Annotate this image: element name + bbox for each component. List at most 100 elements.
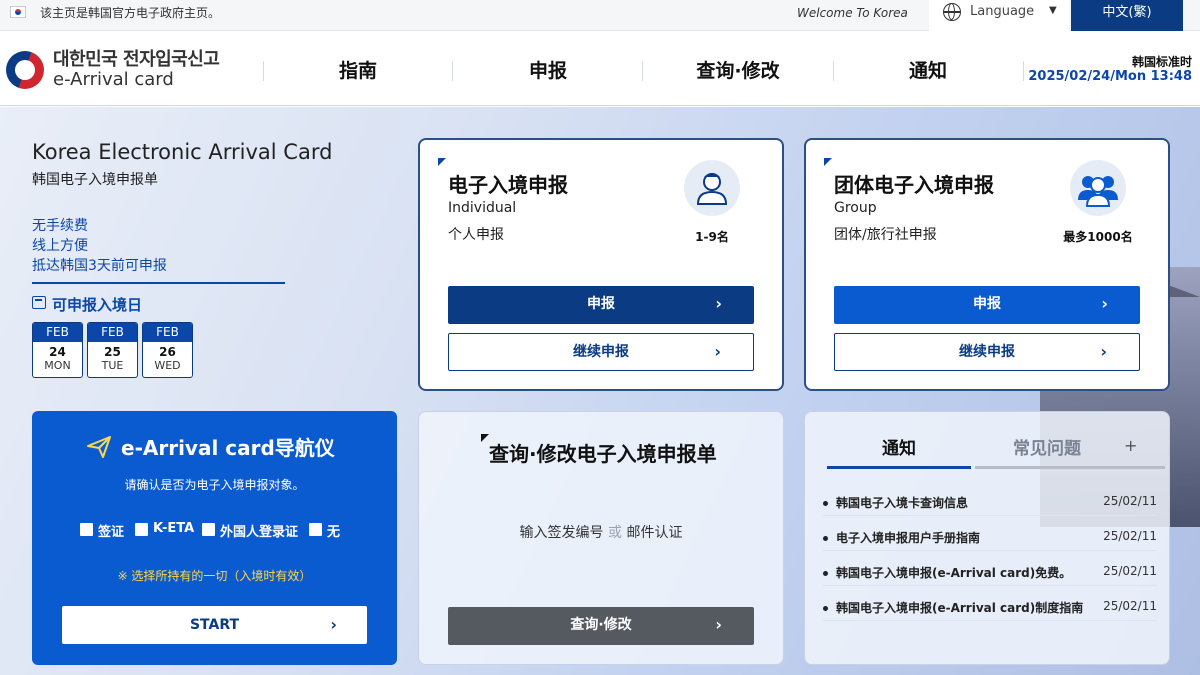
group-card-cn: 团体/旅行社申报 [834, 227, 937, 243]
button-label: START [189, 617, 240, 633]
date-weekday: WED [154, 359, 181, 372]
query-modify-card: 查询·修改电子入境申报单 输入签发编号 或 邮件认证 查询·修改 › [418, 411, 784, 665]
kst-time: 2025/02/24/Mon 13:48 [1028, 69, 1192, 84]
feature-item: 无手续费 [32, 218, 88, 234]
notice-item[interactable]: 韩国电子入境卡查询信息 25/02/11 [823, 494, 1157, 511]
notice-item[interactable]: 电子入境申报用户手册指南 25/02/11 [823, 529, 1157, 546]
date-month: FEB [143, 323, 192, 342]
corner-mark-icon [481, 434, 489, 442]
bullet-icon [823, 571, 828, 576]
button-label: 继续申报 [573, 344, 629, 360]
group-continue-button[interactable]: 继续申报 › [834, 333, 1140, 371]
notice-item[interactable]: 韩国电子入境申报(e-Arrival card)免费。 25/02/11 [823, 564, 1157, 581]
none-checkbox[interactable] [309, 523, 322, 536]
available-dates-label: 可申报入境日 [52, 296, 143, 314]
navigator-hint: ※ 选择所持有的一切（入境时有效） [117, 569, 312, 583]
calendar-icon [32, 296, 46, 309]
chevron-right-icon: › [715, 615, 722, 634]
current-language-button[interactable]: 中文(繁) [1071, 0, 1183, 31]
start-button[interactable]: START › [62, 606, 367, 644]
more-plus-icon[interactable]: + [1124, 436, 1137, 455]
individual-declaration-card: 电子入境申报 Individual 个人申报 1-9名 申报 › 继续申报 › [418, 138, 784, 391]
logo-korean-text[interactable]: 대한민국 전자입국신고 [53, 45, 220, 71]
taegeuk-logo-icon[interactable] [6, 51, 44, 89]
tab-inactive-indicator [975, 466, 1165, 469]
language-select[interactable]: Language ▼ [929, 0, 1069, 31]
keta-checkbox[interactable] [135, 523, 148, 536]
tab-notice[interactable]: 通知 [827, 434, 971, 459]
language-label: Language [970, 4, 1035, 19]
button-label: 申报 [587, 296, 615, 312]
kst-label: 韩国标准时 [1131, 55, 1192, 69]
group-card-en: Group [834, 200, 877, 216]
query-option-email: 邮件认证 [626, 525, 683, 541]
query-modify-button[interactable]: 查询·修改 › [448, 607, 754, 645]
checkbox-label: K-ETA [153, 521, 195, 536]
bullet-icon [823, 606, 828, 611]
visa-checkbox[interactable] [80, 523, 93, 536]
date-day: 25 [104, 345, 121, 359]
group-declaration-card: 团体电子入境申报 Group 团体/旅行社申报 最多1000名 申报 › 继续申… [804, 138, 1170, 391]
tab-faq[interactable]: 常见问题 [975, 434, 1119, 459]
chevron-right-icon: › [1100, 342, 1107, 361]
notice-item[interactable]: 韩国电子入境申报(e-Arrival card)制度指南 25/02/11 [823, 599, 1157, 616]
query-instructions: 输入签发编号 或 邮件认证 [419, 522, 783, 542]
paper-plane-icon [86, 434, 112, 460]
individual-card-title: 电子入境申报 [448, 173, 568, 197]
individual-card-cn: 个人申报 [448, 227, 504, 243]
notice-date: 25/02/11 [1103, 599, 1157, 613]
individual-declare-button[interactable]: 申报 › [448, 286, 754, 324]
notice-date: 25/02/11 [1103, 494, 1157, 508]
nav-divider [1023, 61, 1024, 81]
date-month: FEB [33, 323, 82, 342]
nav-query-modify[interactable]: 查询·修改 [673, 56, 803, 83]
gov-notice: 该主页是韩国官方电子政府主页。 [40, 6, 221, 20]
notice-title: 韩国电子入境申报(e-Arrival card)制度指南 [836, 601, 1084, 615]
individual-card-en: Individual [448, 200, 517, 216]
person-icon [684, 160, 740, 216]
query-card-title: 查询·修改电子入境申报单 [489, 442, 717, 466]
feature-item: 抵达韩国3天前可申报 [32, 258, 167, 274]
feature-item: 线上方便 [32, 238, 88, 254]
intro-subtitle: 韩国电子入境申报单 [32, 172, 158, 188]
alien-registration-checkbox[interactable] [202, 523, 215, 536]
date-day: 24 [49, 345, 66, 359]
query-option-issue-number: 输入签发编号 [519, 525, 604, 541]
notice-title: 电子入境申报用户手册指南 [836, 531, 981, 545]
bullet-icon [823, 536, 828, 541]
chevron-right-icon: › [715, 294, 722, 313]
header: 대한민국 전자입국신고 e-Arrival card 指南 申报 查询·修改 通… [0, 31, 1200, 106]
nav-notice[interactable]: 通知 [863, 56, 993, 83]
navigator-title: e-Arrival card导航仪 [121, 436, 335, 460]
chevron-right-icon: › [1101, 294, 1108, 313]
nav-declare[interactable]: 申报 [483, 56, 613, 83]
logo-english-text[interactable]: e-Arrival card [53, 69, 174, 90]
intro-title: Korea Electronic Arrival Card [32, 140, 333, 164]
individual-count: 1-9名 [695, 230, 729, 244]
chevron-right-icon: › [330, 615, 337, 634]
corner-mark-icon [438, 158, 446, 166]
chevron-right-icon: › [714, 342, 721, 361]
notice-date: 25/02/11 [1103, 529, 1157, 543]
group-declare-button[interactable]: 申报 › [834, 286, 1140, 324]
notice-divider [823, 620, 1157, 621]
checkbox-label: 外国人登录证 [220, 525, 299, 540]
group-count: 最多1000名 [1063, 230, 1133, 244]
individual-continue-button[interactable]: 继续申报 › [448, 333, 754, 371]
nav-guide[interactable]: 指南 [293, 56, 423, 83]
group-people-icon [1070, 160, 1126, 216]
notice-divider [823, 585, 1157, 586]
date-chip: FEB 24 MON [32, 322, 83, 378]
welcome-text: Welcome To Korea [797, 6, 908, 20]
notice-title: 韩国电子入境卡查询信息 [836, 496, 969, 510]
notice-divider [823, 515, 1157, 516]
date-chip: FEB 25 TUE [87, 322, 138, 378]
checkbox-label: 签证 [98, 525, 125, 540]
korea-flag-icon [10, 6, 26, 18]
button-label: 申报 [973, 296, 1001, 312]
top-bar: 该主页是韩国官方电子政府主页。 Welcome To Korea Languag… [0, 0, 1200, 31]
date-day: 26 [159, 345, 176, 359]
nav-divider [263, 61, 264, 81]
notice-title: 韩国电子入境申报(e-Arrival card)免费。 [836, 566, 1072, 580]
date-weekday: TUE [101, 359, 124, 372]
